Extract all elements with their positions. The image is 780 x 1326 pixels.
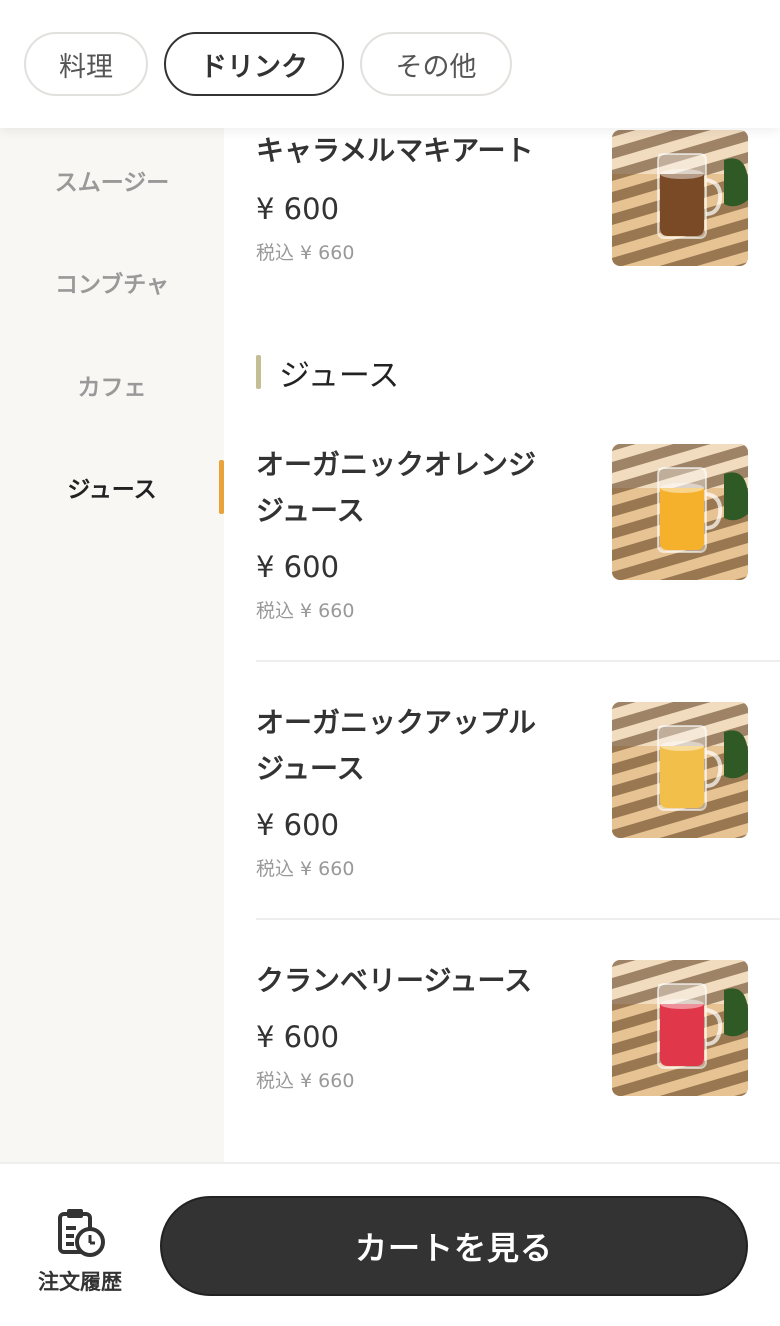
menu-list[interactable]: キャラメルマキアート ¥ 600 税込 ¥ 660 ジュース オーガニックオレン… bbox=[224, 128, 780, 1162]
menu-item-tax-price: 税込 ¥ 660 bbox=[256, 600, 355, 622]
item-divider bbox=[256, 918, 780, 920]
section-bar bbox=[256, 355, 261, 389]
tab-food[interactable]: 料理 bbox=[24, 32, 148, 96]
sidebar-item-kombucha[interactable]: コンブチャ bbox=[0, 252, 224, 312]
menu-item-name: クランベリージュース bbox=[256, 964, 533, 997]
menu-item-tax-price: 税込 ¥ 660 bbox=[256, 1070, 355, 1092]
view-cart-button[interactable]: カートを見る bbox=[160, 1196, 748, 1296]
menu-item-price: ¥ 600 bbox=[256, 808, 340, 842]
category-tabs: 料理 ドリンク その他 bbox=[0, 0, 780, 128]
section-header: ジュース bbox=[256, 352, 400, 394]
menu-item-name: オーガニックオレンジジュース bbox=[256, 448, 537, 527]
sidebar: スムージー コンブチャ カフェ ジュース bbox=[0, 128, 224, 1162]
clipboard-clock-icon bbox=[54, 1206, 106, 1258]
section-title: ジュース bbox=[279, 357, 400, 394]
tab-drink[interactable]: ドリンク bbox=[164, 32, 344, 96]
bottom-bar: 注文履歴 カートを見る bbox=[0, 1162, 780, 1326]
tab-other[interactable]: その他 bbox=[360, 32, 512, 96]
menu-item-price: ¥ 600 bbox=[256, 550, 340, 584]
menu-item-name: キャラメルマキアート bbox=[256, 134, 534, 167]
menu-item-image[interactable] bbox=[612, 960, 748, 1096]
order-history-button[interactable]: 注文履歴 bbox=[20, 1200, 140, 1300]
menu-item-image[interactable] bbox=[612, 444, 748, 580]
order-history-label: 注文履歴 bbox=[38, 1270, 122, 1294]
sidebar-item-juice[interactable]: ジュース bbox=[0, 457, 224, 517]
menu-item-image[interactable] bbox=[612, 130, 748, 266]
menu-item-image[interactable] bbox=[612, 702, 748, 838]
item-divider bbox=[256, 660, 780, 662]
menu-item-tax-price: 税込 ¥ 660 bbox=[256, 858, 355, 880]
menu-item-price: ¥ 600 bbox=[256, 1020, 340, 1054]
sidebar-item-smoothie[interactable]: スムージー bbox=[0, 150, 224, 210]
menu-item-name: オーガニックアップルジュース bbox=[256, 706, 537, 785]
menu-item-price: ¥ 600 bbox=[256, 192, 340, 226]
menu-item-tax-price: 税込 ¥ 660 bbox=[256, 242, 355, 264]
sidebar-item-cafe[interactable]: カフェ bbox=[0, 355, 224, 415]
